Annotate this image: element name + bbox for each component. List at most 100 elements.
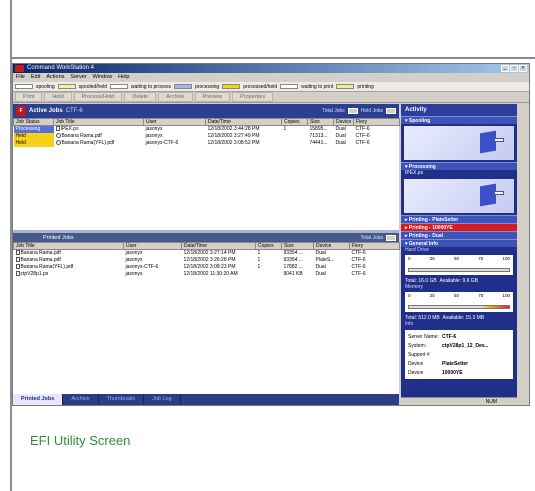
mem-totals: Total: 512.0 MB Available: 15.3 MB bbox=[401, 313, 517, 321]
minimize-button[interactable]: _ bbox=[501, 65, 509, 72]
column-header[interactable]: Size bbox=[307, 118, 334, 126]
job-fiery-cell: CTF-6 bbox=[351, 250, 366, 257]
processing-illustration bbox=[404, 179, 514, 213]
general-info-section[interactable]: ▾ General Info bbox=[401, 239, 517, 247]
toolbar-archive-button[interactable]: Archive bbox=[158, 92, 193, 102]
column-header[interactable]: Fiery bbox=[349, 242, 400, 250]
hd-scale: 0 25 50 75 100 bbox=[405, 255, 513, 261]
job-copies-cell bbox=[256, 271, 282, 278]
spooling-illustration bbox=[404, 126, 514, 160]
active-jobs-header: F Active Jobs CTF-6 Total Jobs Held Jobs bbox=[13, 104, 399, 118]
active-jobs-title: Active Jobs bbox=[29, 108, 63, 114]
job-toolbar: Print Hold Process/Hold Delete Archive Previe… bbox=[13, 92, 529, 103]
menu-help[interactable]: Help bbox=[118, 73, 129, 82]
printed-jobs-header: Printed Jobs Total Jobs bbox=[13, 230, 399, 242]
column-header[interactable]: Date/Time bbox=[181, 242, 256, 250]
column-header[interactable]: Copies bbox=[281, 118, 308, 126]
legend-swatch bbox=[57, 84, 76, 89]
processing-section[interactable]: ▾ Processing bbox=[401, 162, 517, 170]
toolbar-hold-button[interactable]: Hold bbox=[44, 92, 72, 102]
tab-thumbnails[interactable]: Thumbnails bbox=[99, 394, 145, 405]
rip-device-icon bbox=[480, 183, 496, 207]
app-logo-icon bbox=[15, 65, 24, 72]
toolbar-preview-button[interactable]: Preview bbox=[194, 92, 231, 102]
toolbar-properties-button[interactable]: Properties bbox=[232, 92, 274, 102]
column-header[interactable]: Job Status bbox=[13, 118, 54, 126]
job-list-pane: F Active Jobs CTF-6 Total Jobs Held Jobs… bbox=[13, 104, 400, 405]
figure-caption: EFI Utility Screen bbox=[30, 433, 131, 448]
column-header[interactable]: Date/Time bbox=[205, 118, 282, 126]
column-header[interactable]: Copies bbox=[255, 242, 282, 250]
printing-section[interactable]: ▸ Printing - PlateSetter bbox=[401, 215, 517, 223]
menu-edit[interactable]: Edit bbox=[31, 73, 40, 82]
column-header[interactable]: Device bbox=[313, 242, 350, 250]
menu-server[interactable]: Server bbox=[70, 73, 86, 82]
close-button[interactable]: × bbox=[519, 65, 527, 72]
job-user-cell: jasonyx-CTF-6 bbox=[125, 264, 159, 270]
job-title-cell: Banana Rama.pdf bbox=[14, 257, 124, 264]
bottom-tab-bar: Printed Jobs Archive Thumbnails Job Log bbox=[13, 394, 399, 405]
job-size-cell: 71313... bbox=[309, 133, 328, 139]
scale-tick: 75 bbox=[478, 256, 484, 261]
column-header[interactable]: Device bbox=[333, 118, 354, 126]
job-date-cell: 12/18/2002 3:27:14 PM bbox=[183, 250, 236, 257]
scale-tick: 50 bbox=[453, 293, 459, 298]
printing-section[interactable]: ▸ Printing - 10000YE bbox=[401, 223, 517, 231]
menu-window[interactable]: Window bbox=[93, 73, 113, 82]
info-key: Server Name: bbox=[408, 333, 439, 340]
total-jobs-label: Total Jobs bbox=[322, 108, 345, 114]
table-row[interactable]: Banana Rama.pdf jasonyx 12/18/2002 3:26:28… bbox=[14, 257, 400, 264]
table-row[interactable]: ctpV28p1.ps jasonyx 12/18/2002 11:30:20 AM… bbox=[14, 271, 400, 278]
legend-label: processed/held bbox=[243, 83, 278, 90]
toolbar-process-hold-button[interactable]: Process/Hold bbox=[73, 92, 123, 102]
menu-file[interactable]: File bbox=[16, 73, 25, 82]
info-key: System: bbox=[408, 342, 427, 349]
document-icon bbox=[15, 271, 20, 277]
column-header[interactable]: Fiery bbox=[353, 118, 400, 126]
job-size-cell: 93354 ... bbox=[283, 250, 303, 257]
legend-label: spooling bbox=[36, 83, 55, 90]
info-key: Support # bbox=[408, 351, 430, 358]
tab-printed-jobs[interactable]: Printed Jobs bbox=[13, 394, 64, 405]
legend-swatch bbox=[222, 84, 241, 89]
job-device-cell: Dual bbox=[335, 133, 346, 139]
tab-job-log[interactable]: Job Log bbox=[144, 394, 181, 405]
legend-swatch bbox=[336, 84, 355, 89]
table-row[interactable]: Processing IPEX.ps jasonyx 12/18/2002 3:44:… bbox=[13, 125, 400, 133]
job-fiery-cell: CTF-6 bbox=[355, 133, 370, 139]
printed-total-box bbox=[386, 234, 396, 241]
restore-button[interactable]: ▫ bbox=[510, 65, 518, 72]
activity-panel: Activity ▾ Spooling ▾ Processing IPEX.ps… bbox=[401, 104, 517, 405]
sheet-icon bbox=[494, 191, 504, 195]
column-header[interactable]: Size bbox=[281, 242, 314, 250]
toolbar-delete-button[interactable]: Delete bbox=[124, 92, 157, 102]
legend-label: processing bbox=[195, 83, 220, 90]
table-row[interactable]: Banana Rama.pdf jasonyx 12/18/2002 3:27:14… bbox=[14, 250, 400, 257]
memory-label: Memory bbox=[405, 284, 424, 290]
table-row[interactable]: Banana Rama(YFL).pdf jasonyx-CTF-6 12/18/2… bbox=[14, 264, 400, 271]
job-counters: Total Jobs Held Jobs bbox=[322, 108, 396, 114]
table-row[interactable]: Held Banana Rama.pdf jasonyx 12/18/2002 3:2… bbox=[13, 132, 400, 140]
menu-actions[interactable]: Actions bbox=[46, 73, 64, 82]
column-header[interactable]: User bbox=[143, 118, 206, 126]
column-header[interactable]: User bbox=[123, 242, 182, 250]
menu-bar: File Edit Actions Server Window Help bbox=[13, 73, 529, 82]
scale-tick: 25 bbox=[429, 293, 435, 298]
tab-archive[interactable]: Archive bbox=[63, 394, 99, 405]
scale-tick: 50 bbox=[453, 256, 459, 261]
column-header[interactable]: Job Title bbox=[13, 242, 124, 250]
scale-tick: 100 bbox=[502, 256, 510, 261]
job-title: ctpV28p1.ps bbox=[20, 271, 49, 277]
server-selector[interactable]: CTF-6 bbox=[66, 108, 83, 114]
job-status-cell: Held bbox=[13, 132, 54, 140]
column-header[interactable]: Job Title bbox=[53, 118, 144, 126]
spooling-section[interactable]: ▾ Spooling bbox=[401, 116, 517, 124]
job-user-cell: jasonyx bbox=[145, 126, 163, 133]
table-row[interactable]: Held Banana Rama(YFL).pdf jasonyx-CTF-6 12/… bbox=[13, 139, 400, 147]
printing-section[interactable]: ▸ Printing - Dual bbox=[401, 231, 517, 239]
server-info-box: Server Name: CTF-6 System: ctpV28p1_12_Dev.… bbox=[405, 330, 513, 379]
job-size-cell: 9041 KB bbox=[283, 271, 303, 277]
toolbar-print-button[interactable]: Print bbox=[15, 92, 43, 102]
job-title: Banana Rama(YFL).pdf bbox=[61, 140, 115, 146]
job-user-cell: jasonyx-CTF-6 bbox=[145, 140, 179, 146]
